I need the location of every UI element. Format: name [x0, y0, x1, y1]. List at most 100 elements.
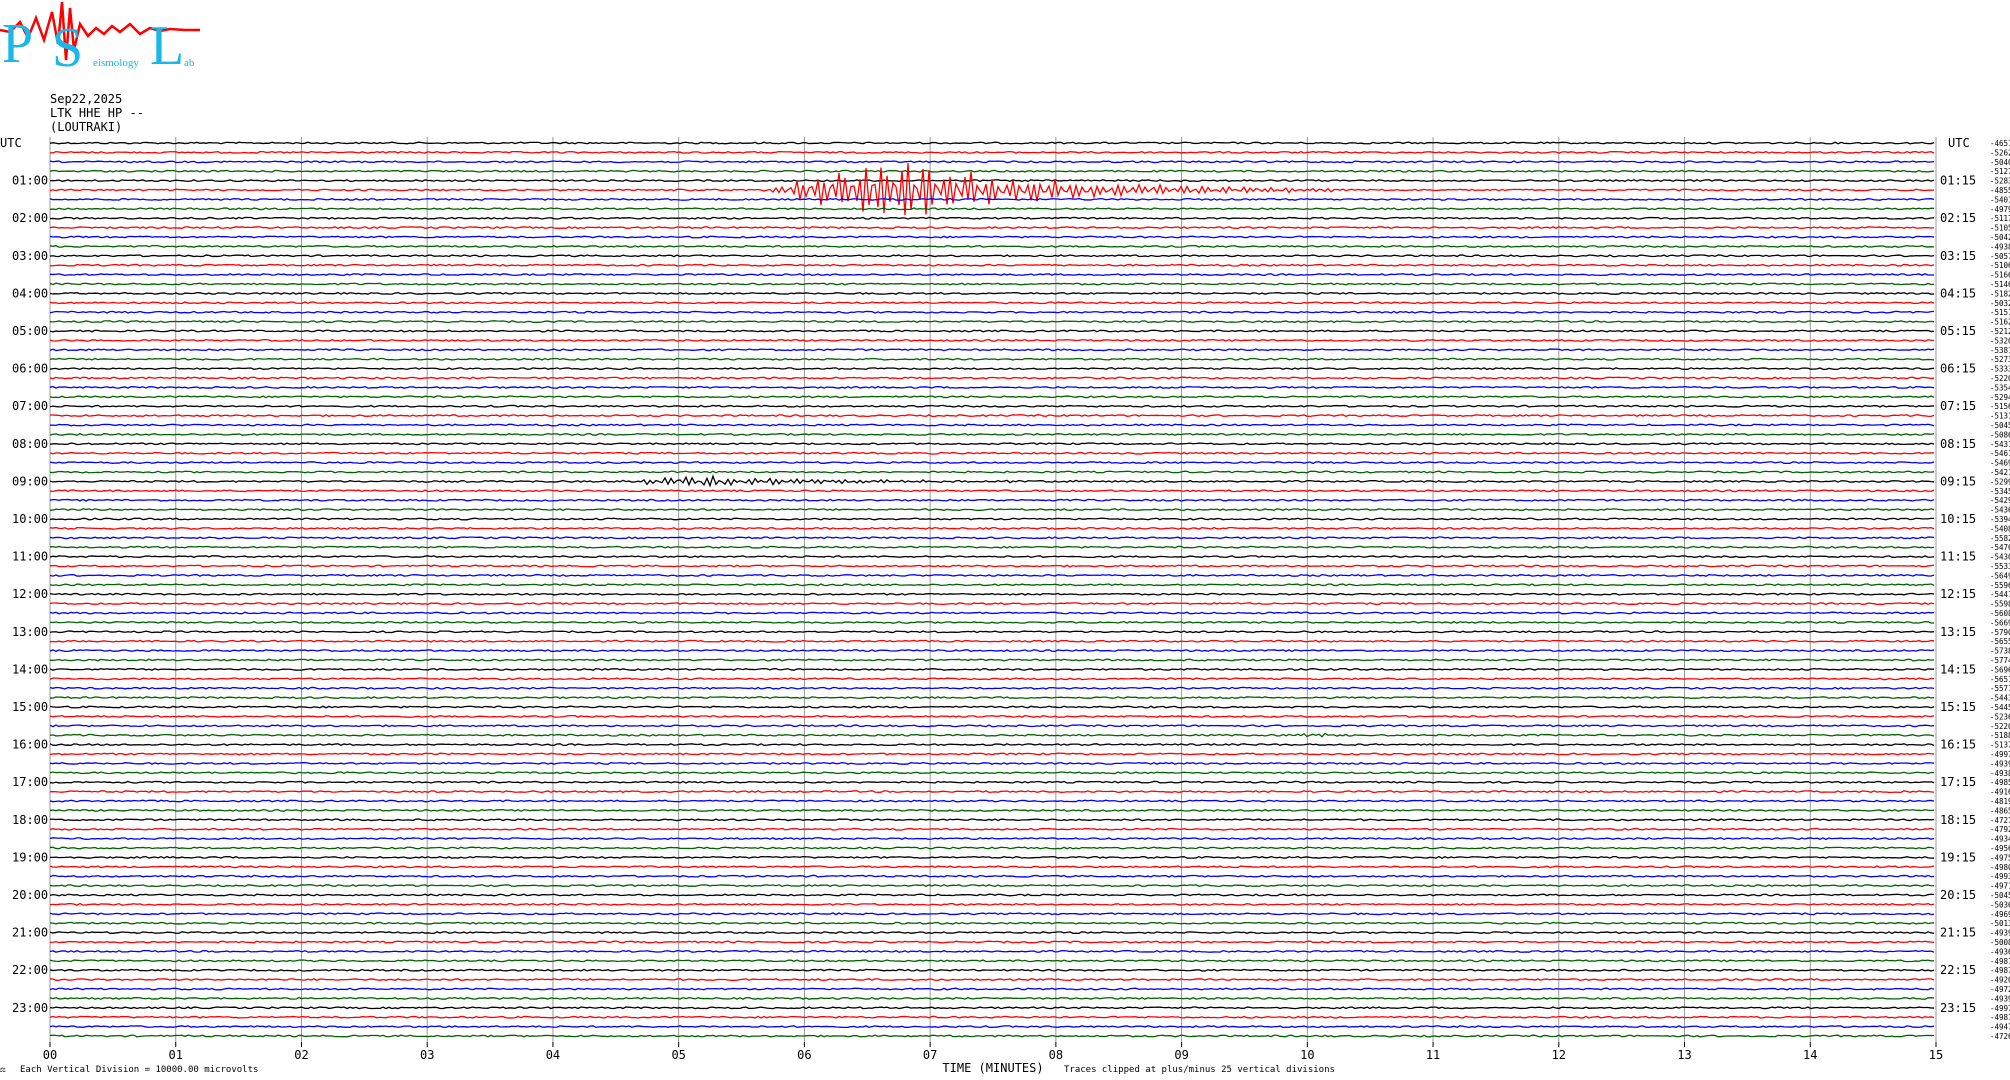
footer-vertical-division: Each Vertical Division = 10000.00 microv…	[20, 1065, 259, 1075]
left-hour-label: 10:00	[12, 512, 48, 526]
seismogram-trace	[49, 724, 1935, 728]
seismogram-trace	[49, 310, 1935, 314]
trace-offset-label: -4934	[1990, 835, 2010, 844]
x-tick-label: 14	[1803, 1048, 1817, 1062]
seismogram-trace	[49, 649, 1935, 653]
trace-offset-label: -5146	[1990, 280, 2010, 289]
seismogram-trace	[49, 226, 1935, 230]
seismogram-trace	[49, 329, 1935, 333]
trace-offset-label: -5430	[1990, 553, 2010, 562]
right-hour-label: 14:15	[1940, 662, 1976, 676]
seismogram-trace	[49, 150, 1935, 154]
trace-offset-label: -5105	[1990, 224, 2010, 233]
seismogram-trace	[49, 912, 1935, 916]
seismogram-trace	[49, 696, 1935, 700]
trace-offset-label: -4972	[1990, 985, 2010, 994]
trace-offset-label: -5294	[1990, 393, 2010, 402]
trace-offset-label: -4938	[1990, 242, 2010, 251]
x-tick-label: 04	[546, 1048, 560, 1062]
seismogram-trace	[49, 921, 1935, 925]
trace-offset-label: -5651	[1990, 675, 2010, 684]
trace-offset-label: -4727	[1990, 816, 2010, 825]
trace-offset-label: -5790	[1990, 628, 2010, 637]
seismogram-trace	[49, 583, 1935, 587]
x-tick-label: 11	[1426, 1048, 1440, 1062]
seismogram-trace	[49, 620, 1935, 624]
trace-offset-label: -5571	[1990, 684, 2010, 693]
seismogram-trace	[49, 732, 1935, 738]
right-hour-label: 20:15	[1940, 888, 1976, 902]
trace-offset-label: -5013	[1990, 919, 2010, 928]
seismogram-trace	[49, 498, 1935, 502]
seismogram-trace	[49, 884, 1935, 888]
seismogram-trace	[49, 526, 1935, 530]
trace-offset-label: -5431	[1990, 440, 2010, 449]
trace-offset-label: -5436	[1990, 506, 2010, 515]
trace-offset-label: -5429	[1990, 496, 2010, 505]
trace-offset-label: -5354	[1990, 383, 2010, 392]
left-hour-label: 15:00	[12, 700, 48, 714]
seismogram-trace	[49, 761, 1935, 765]
seismogram-trace	[49, 141, 1935, 145]
trace-offset-label: -5042	[1990, 233, 2010, 242]
left-axis-title: UTC	[0, 136, 22, 150]
seismogram-trace	[49, 301, 1935, 305]
left-hour-label: 04:00	[12, 286, 48, 300]
right-hour-label: 17:15	[1940, 775, 1976, 789]
trace-offset-label: -5608	[1990, 609, 2010, 618]
trace-offset-label: -5262	[1990, 148, 2010, 157]
seismogram-trace	[49, 799, 1935, 803]
right-hour-label: 03:15	[1940, 249, 1976, 263]
trace-offset-label: -5421	[1990, 468, 2010, 477]
trace-offset-label: -4980	[1990, 863, 2010, 872]
seismogram-trace	[49, 931, 1935, 935]
trace-offset-label: -5582	[1990, 534, 2010, 543]
seismogram-trace	[49, 1015, 1935, 1019]
seismogram-trace	[49, 263, 1935, 267]
trace-offset-label: -5774	[1990, 656, 2010, 665]
seismogram-trace	[49, 968, 1935, 972]
trace-offset-label: -5182	[1990, 289, 2010, 298]
seismogram-trace	[49, 517, 1935, 521]
seismogram-trace	[49, 254, 1935, 258]
x-axis-title: TIME (MINUTES)	[942, 1061, 1043, 1075]
trace-offset-label: -5598	[1990, 600, 2010, 609]
trace-offset-label: -4920	[1990, 976, 2010, 985]
trace-offset-label: -5273	[1990, 355, 2010, 364]
left-hour-label: 21:00	[12, 926, 48, 940]
trace-offset-label: -5086	[1990, 430, 2010, 439]
trace-offset-label: -4939	[1990, 994, 2010, 1003]
trace-offset-label: -4993	[1990, 872, 2010, 881]
seismogram-trace	[49, 677, 1935, 681]
trace-offset-label: -4936	[1990, 947, 2010, 956]
right-axis-title: UTC	[1948, 136, 1970, 150]
trace-offset-label: -5040	[1990, 158, 2010, 167]
left-hour-label: 16:00	[12, 738, 48, 752]
left-hour-label: 02:00	[12, 211, 48, 225]
trace-offset-label: -5008	[1990, 938, 2010, 947]
trace-offset-label: -5220	[1990, 374, 2010, 383]
x-tick-label: 00	[43, 1048, 57, 1062]
seismogram-trace	[49, 902, 1935, 906]
trace-offset-label: -4969	[1990, 910, 2010, 919]
trace-offset-label: -5445	[1990, 703, 2010, 712]
seismogram-trace	[49, 508, 1935, 512]
seismogram-trace	[49, 216, 1935, 220]
trace-offset-label: -5443	[1990, 694, 2010, 703]
seismogram-trace	[49, 555, 1935, 559]
x-tick-label: 08	[1049, 1048, 1063, 1062]
trace-offset-label: -5156	[1990, 402, 2010, 411]
right-hour-label: 09:15	[1940, 474, 1976, 488]
seismogram-trace	[49, 855, 1935, 859]
left-hour-label: 20:00	[12, 888, 48, 902]
seismogram-trace	[49, 874, 1935, 878]
left-hour-label: 08:00	[12, 437, 48, 451]
trace-offset-label: -5283	[1990, 177, 2010, 186]
left-hour-label: 11:00	[12, 550, 48, 564]
trace-offset-label: -4981	[1990, 957, 2010, 966]
trace-offset-label: -5137	[1990, 741, 2010, 750]
trace-offset-label: -4997	[1990, 750, 2010, 759]
seismogram-trace	[49, 273, 1935, 277]
seismogram-trace	[49, 752, 1935, 756]
seismogram-trace	[49, 893, 1935, 897]
